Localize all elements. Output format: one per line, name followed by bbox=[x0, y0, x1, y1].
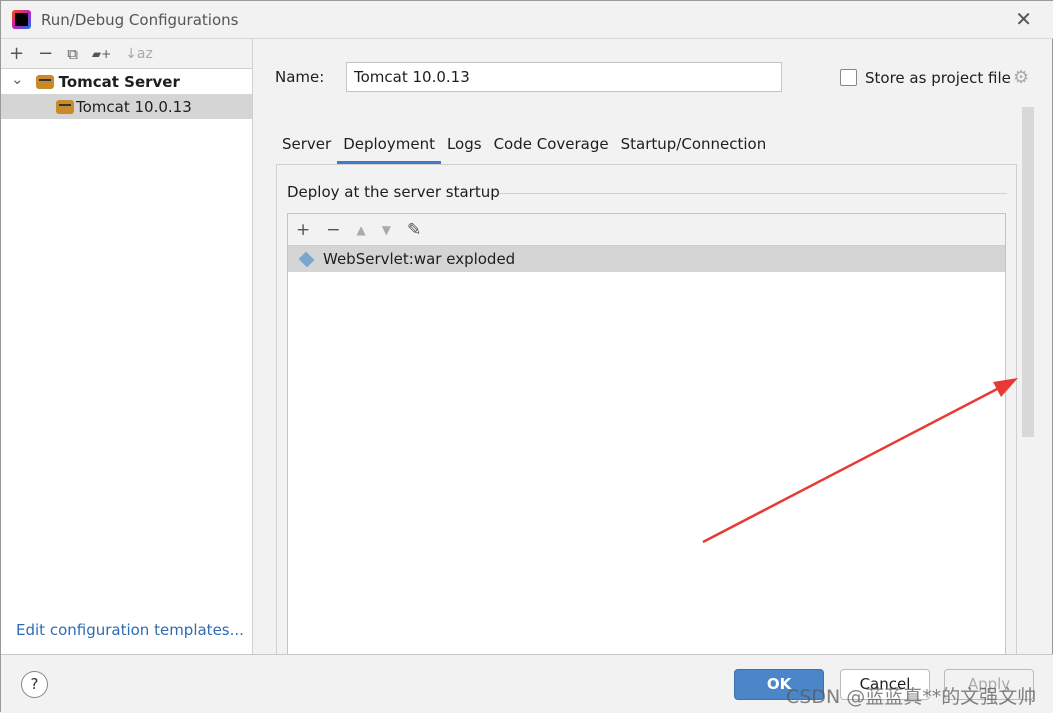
divider bbox=[499, 193, 1007, 194]
tomcat-icon bbox=[56, 99, 74, 114]
scrollbar[interactable] bbox=[1022, 107, 1034, 437]
tab-code-coverage[interactable]: Code Coverage bbox=[488, 133, 615, 164]
move-down-icon[interactable]: ▼ bbox=[382, 223, 391, 237]
section-title: Deploy at the server startup bbox=[287, 183, 500, 201]
new-folder-icon[interactable]: ▰+ bbox=[92, 47, 111, 61]
close-button[interactable]: ✕ bbox=[1015, 7, 1032, 31]
configuration-sidebar: + − ⧉ ▰+ ↓az ⌄ Tomcat Server Tomcat 10.0… bbox=[1, 39, 253, 654]
tree-item-tomcat-10[interactable]: Tomcat 10.0.13 bbox=[1, 94, 252, 119]
tab-server[interactable]: Server bbox=[276, 133, 337, 164]
tab-logs[interactable]: Logs bbox=[441, 133, 488, 164]
edit-icon[interactable]: ✎ bbox=[407, 220, 421, 240]
intellij-logo-icon bbox=[12, 10, 31, 29]
gear-icon[interactable]: ⚙ bbox=[1013, 67, 1029, 88]
edit-templates-link[interactable]: Edit configuration templates... bbox=[16, 621, 244, 639]
watermark: CSDN @蓝蓝真**的文强文帅 bbox=[786, 686, 1037, 708]
title-bar: Run/Debug Configurations ✕ bbox=[1, 1, 1053, 39]
tab-startup-connection[interactable]: Startup/Connection bbox=[615, 133, 773, 164]
tomcat-icon bbox=[35, 74, 54, 89]
tree-item-tomcat-server[interactable]: ⌄ Tomcat Server bbox=[1, 69, 252, 94]
artifact-icon bbox=[298, 251, 315, 267]
artifact-label: WebServlet:war exploded bbox=[323, 250, 516, 268]
help-button[interactable]: ? bbox=[21, 671, 48, 698]
name-label: Name: bbox=[275, 68, 325, 86]
deployment-toolbar: + − ▲ ▼ ✎ bbox=[288, 214, 1005, 246]
remove-icon[interactable]: − bbox=[38, 43, 53, 64]
tab-deployment[interactable]: Deployment bbox=[337, 133, 441, 164]
sidebar-toolbar: + − ⧉ ▰+ ↓az bbox=[1, 39, 252, 69]
chevron-down-icon[interactable]: ⌄ bbox=[11, 70, 24, 88]
list-item[interactable]: WebServlet:war exploded bbox=[288, 246, 1005, 272]
deployment-list: + − ▲ ▼ ✎ WebServlet:war exploded bbox=[287, 213, 1006, 673]
window-title: Run/Debug Configurations bbox=[41, 11, 239, 29]
remove-icon[interactable]: − bbox=[326, 220, 340, 240]
sort-icon[interactable]: ↓az bbox=[125, 46, 153, 62]
store-project-checkbox[interactable] bbox=[840, 69, 857, 86]
add-icon[interactable]: + bbox=[9, 43, 24, 64]
tree-item-label: Tomcat Server bbox=[58, 72, 180, 91]
deployment-panel: Deploy at the server startup + − ▲ ▼ ✎ W… bbox=[276, 164, 1017, 673]
tree-item-label: Tomcat 10.0.13 bbox=[76, 97, 192, 116]
store-project-label: Store as project file bbox=[865, 69, 1011, 87]
tab-bar: Server Deployment Logs Code Coverage Sta… bbox=[276, 133, 772, 164]
name-input[interactable]: Tomcat 10.0.13 bbox=[346, 62, 782, 92]
add-icon[interactable]: + bbox=[296, 220, 310, 240]
configuration-editor: Name: Tomcat 10.0.13 Store as project fi… bbox=[254, 39, 1053, 673]
copy-icon[interactable]: ⧉ bbox=[67, 45, 78, 63]
move-up-icon[interactable]: ▲ bbox=[357, 223, 366, 237]
